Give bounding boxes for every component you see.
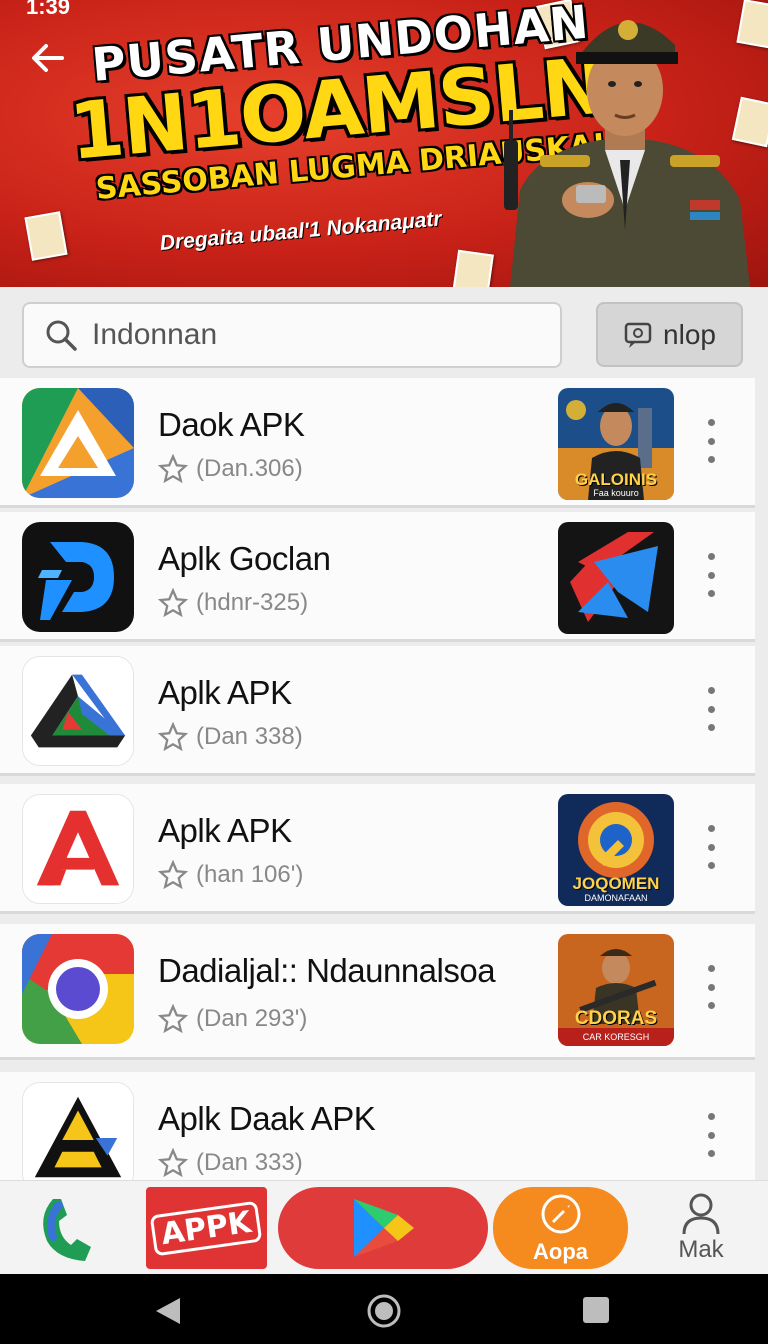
thumbnail-title: JOQOMEN <box>572 874 660 893</box>
thumbnail-title: GALOINIS <box>574 470 658 489</box>
play-store-icon <box>354 1199 414 1257</box>
search-bar[interactable] <box>22 302 562 368</box>
app-list-item[interactable]: Aplk APK (Dan 338) <box>0 646 755 776</box>
system-back-icon[interactable] <box>154 1296 182 1326</box>
banner-subtitle: Dregaita ubaal'1 Nokanaμatr <box>158 207 443 255</box>
star-icon <box>158 588 188 618</box>
officer-illustration <box>504 20 750 287</box>
triangle-logo-icon <box>22 656 134 766</box>
app-thumbnail[interactable]: JOQOMEN DAMONAFAAN <box>558 794 674 906</box>
system-navigation-bar <box>0 1274 768 1344</box>
app-list[interactable]: Daok APK (Dan.306) GALOINIS Faa kouuro A… <box>0 378 768 1180</box>
thumbnail-subtitle: CAR KORESGH <box>582 1032 650 1042</box>
apk-badge-label: APPK <box>149 1200 264 1256</box>
app-rating-text: (hdnr-325) <box>196 589 309 616</box>
app-name: Daok APK <box>158 406 305 443</box>
app-list-item[interactable]: Dadialjal:: Ndaunnalsoa (Dan 293') CDORA… <box>0 924 755 1060</box>
star-icon <box>158 1148 188 1178</box>
status-time: 1:39 <box>26 0 71 19</box>
thumbnail-subtitle: DAMONAFAAN <box>584 893 648 903</box>
chrome-style-icon <box>22 934 134 1044</box>
app-list-item[interactable]: Aplk Goclan (hdnr-325) <box>0 512 755 642</box>
more-options-icon[interactable] <box>696 822 726 872</box>
more-options-icon[interactable] <box>696 550 726 600</box>
app-list-item[interactable]: Aplk Daak APK (Dan 333) <box>0 1072 755 1180</box>
app-rating: (Dan.306) <box>158 454 303 484</box>
app-list-item[interactable]: Daok APK (Dan.306) GALOINIS Faa kouuro <box>0 378 755 508</box>
app-rating-text: (Dan 338) <box>196 723 303 750</box>
app-rating: (Dan 293') <box>158 1004 307 1034</box>
system-recents-icon[interactable] <box>582 1296 610 1324</box>
nav-orange-app[interactable]: Aopa <box>493 1187 628 1269</box>
app-name: Aplk Goclan <box>158 540 331 577</box>
nav-orange-label: Aopa <box>533 1239 588 1264</box>
nav-play-store[interactable] <box>278 1187 488 1269</box>
app-thumbnail[interactable]: GALOINIS Faa kouuro <box>558 388 674 500</box>
app-name: Aplk APK <box>158 812 292 849</box>
promo-banner[interactable]: 1:39 PUSATR UNDOHAN 1N1OAMSLN SASSOBAN L… <box>0 0 768 287</box>
app-list-item[interactable]: Aplk APK (han 106') JOQOMEN DAMONAFAAN <box>0 784 755 914</box>
app-rating-text: (Dan 333) <box>196 1149 303 1176</box>
system-home-icon[interactable] <box>366 1293 402 1329</box>
app-rating: (hdnr-325) <box>158 588 308 618</box>
nav-profile-label: Mak <box>678 1236 724 1263</box>
drive-triangle-icon <box>22 388 134 498</box>
app-name: Dadialjal:: Ndaunnalsoa <box>158 952 496 989</box>
nav-apk-store[interactable]: APPK <box>146 1187 267 1269</box>
app-rating-text: (Dan.306) <box>196 455 303 482</box>
help-button-label: nlop <box>663 318 716 350</box>
chat-icon <box>624 322 652 348</box>
search-input[interactable] <box>92 318 512 352</box>
profile-icon <box>682 1193 720 1235</box>
app-thumbnail[interactable]: CDORAS CAR KORESGH <box>558 934 674 1046</box>
nav-profile[interactable]: Mak <box>668 1187 734 1269</box>
app-thumbnail[interactable] <box>558 522 674 634</box>
help-button[interactable]: nlop <box>596 302 743 367</box>
more-options-icon[interactable] <box>696 962 726 1012</box>
star-icon <box>158 860 188 890</box>
nav-phone-app[interactable] <box>30 1187 110 1269</box>
black-yellow-triangle-icon <box>22 1082 134 1180</box>
rocket-badge-icon <box>541 1194 580 1234</box>
star-icon <box>158 1004 188 1034</box>
bottom-navigation: APPK Aopa Mak <box>0 1180 768 1274</box>
phone-logo-icon <box>43 1199 91 1261</box>
app-rating-text: (Dan 293') <box>196 1005 308 1032</box>
d-logo-icon <box>22 522 134 632</box>
app-rating: (Dan 333) <box>158 1148 303 1178</box>
app-rating-text: (han 106') <box>196 861 304 888</box>
sticker-image <box>24 211 68 261</box>
app-rating: (han 106') <box>158 860 303 890</box>
thumbnail-subtitle: Faa kouuro <box>593 488 639 498</box>
more-options-icon[interactable] <box>696 1110 726 1160</box>
app-name: Aplk APK <box>158 674 292 711</box>
search-icon <box>46 320 77 351</box>
thumbnail-title: CDORAS <box>574 1008 658 1029</box>
star-icon <box>158 722 188 752</box>
back-arrow-icon[interactable] <box>28 38 68 78</box>
more-options-icon[interactable] <box>696 416 726 466</box>
more-options-icon[interactable] <box>696 684 726 734</box>
app-rating: (Dan 338) <box>158 722 303 752</box>
star-icon <box>158 454 188 484</box>
app-name: Aplk Daak APK <box>158 1100 376 1137</box>
letter-a-icon <box>22 794 134 904</box>
